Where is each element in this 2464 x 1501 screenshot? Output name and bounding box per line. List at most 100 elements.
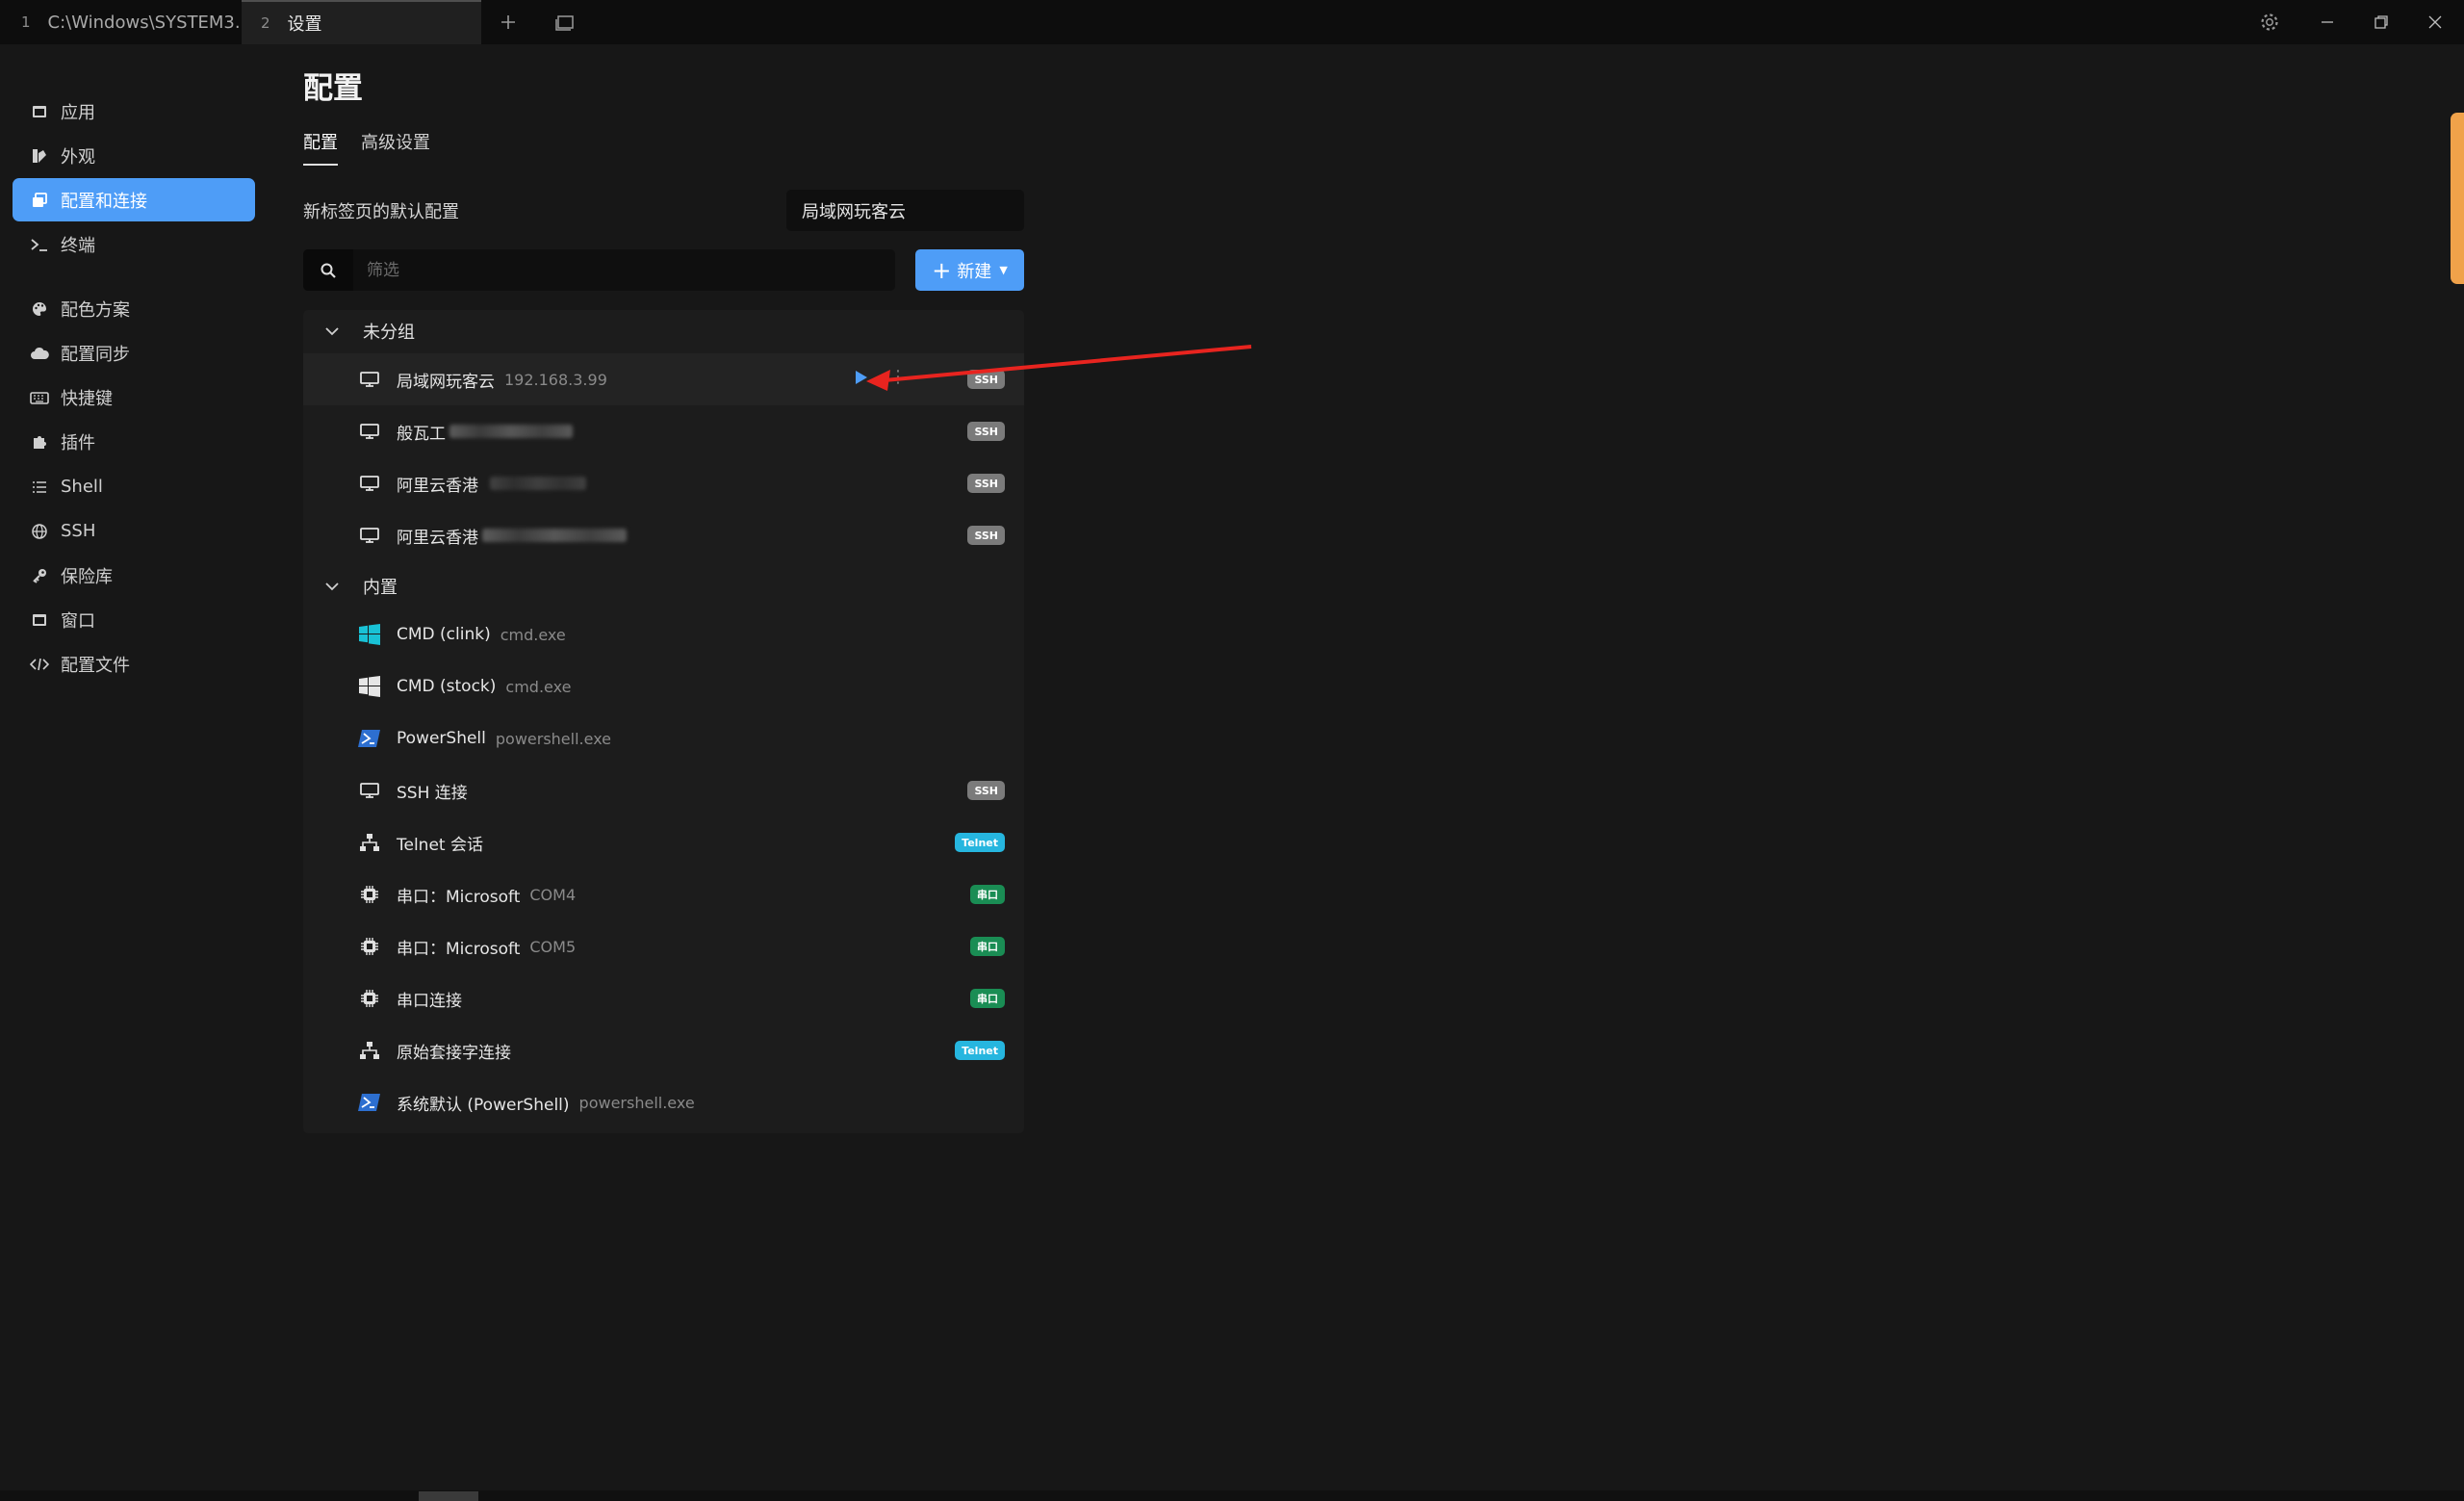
restore-button[interactable] <box>2362 0 2400 44</box>
filter-box <box>303 248 895 292</box>
tab-number: 1 <box>21 13 31 31</box>
group-header-builtin[interactable]: 内置 <box>303 565 1024 608</box>
profile-row[interactable]: Telnet 会话 Telnet <box>303 816 1024 868</box>
horizontal-scroll-thumb[interactable] <box>419 1491 478 1501</box>
sidebar-item-hotkeys[interactable]: 快捷键 <box>13 375 255 419</box>
sidebar-item-vault[interactable]: 保险库 <box>13 554 255 597</box>
network-icon <box>358 831 381 854</box>
group-name: 内置 <box>363 578 398 598</box>
profile-row[interactable]: 阿里云香港 SSH <box>303 457 1024 509</box>
sidebar-item-appearance[interactable]: 外观 <box>13 134 255 177</box>
group-header-ungrouped[interactable]: 未分组 <box>303 310 1024 352</box>
profile-row[interactable]: SSH 连接 SSH <box>303 764 1024 816</box>
chevron-down-icon <box>324 326 344 336</box>
profile-row[interactable]: 阿里云香港 SSH <box>303 509 1024 561</box>
sidebar-item-label: 终端 <box>61 235 95 256</box>
app-icon <box>30 102 49 121</box>
tab-advanced[interactable]: 高级设置 <box>361 129 430 164</box>
network-icon <box>358 1039 381 1062</box>
profile-row[interactable]: CMD (clink) cmd.exe <box>303 608 1024 660</box>
new-tab-button[interactable] <box>489 0 527 44</box>
default-profile-select[interactable]: 局域网玩客云 <box>786 190 1024 231</box>
profile-type-badge: SSH <box>967 526 1005 545</box>
profile-name: 阿里云香港 <box>397 528 478 548</box>
plus-icon <box>501 15 515 29</box>
row-tools: ⋮ <box>855 369 907 386</box>
tab-cmd[interactable]: 1 C:\Windows\SYSTEM3... <box>0 0 251 44</box>
sidebar-item-terminal[interactable]: 终端 <box>13 222 255 266</box>
profile-name: PowerShell <box>397 729 486 748</box>
cloud-icon <box>30 344 49 363</box>
new-profile-button[interactable]: + 新建 ▼ <box>915 249 1024 291</box>
redacted-text <box>482 529 627 542</box>
profile-name: CMD (clink) <box>397 625 491 644</box>
page-title: 配置 <box>303 71 363 106</box>
profile-row[interactable]: 系统默认 (PowerShell) powershell.exe <box>303 1076 1024 1128</box>
profile-type-badge: SSH <box>967 370 1005 389</box>
sidebar-item-label: 保险库 <box>61 566 113 587</box>
globe-icon <box>30 522 49 541</box>
sidebar-item-label: Shell <box>61 477 103 497</box>
tab-label: C:\Windows\SYSTEM3... <box>47 12 252 33</box>
sidebar-item-label: 插件 <box>61 432 95 453</box>
profile-row[interactable]: 串口连接 串口 <box>303 972 1024 1024</box>
profile-name: 串口连接 <box>397 991 462 1011</box>
filter-input[interactable] <box>353 248 895 292</box>
tab-label: 设置 <box>287 14 322 35</box>
profiles-menu-button[interactable] <box>546 0 584 44</box>
profile-type-badge: SSH <box>967 474 1005 493</box>
profile-row[interactable]: 原始套接字连接 Telnet <box>303 1024 1024 1076</box>
tab-settings[interactable]: 2 设置 <box>242 0 481 44</box>
chip-icon <box>358 987 381 1010</box>
sidebar-item-label: 窗口 <box>61 610 95 632</box>
sidebar-item-config-file[interactable]: 配置文件 <box>13 642 255 686</box>
sidebar-item-ssh[interactable]: SSH <box>13 509 255 553</box>
profile-subtitle: 192.168.3.99 <box>504 370 607 389</box>
monitor-icon <box>358 368 381 391</box>
title-bar: 1 C:\Windows\SYSTEM3... 2 设置 <box>0 0 2464 44</box>
sidebar-item-color-scheme[interactable]: 配色方案 <box>13 287 255 330</box>
play-icon[interactable] <box>855 370 868 385</box>
profile-name: 阿里云香港 <box>397 476 478 496</box>
tab-profiles[interactable]: 配置 <box>303 129 338 166</box>
sidebar-item-window[interactable]: 窗口 <box>13 598 255 641</box>
restore-icon <box>2374 15 2388 29</box>
profile-name: 原始套接字连接 <box>397 1043 511 1063</box>
profile-type-badge: 串口 <box>970 989 1005 1008</box>
appearance-icon <box>30 146 49 166</box>
list-icon <box>30 478 49 497</box>
sidebar-item-sync[interactable]: 配置同步 <box>13 331 255 375</box>
minimize-icon <box>2322 21 2333 23</box>
window-icon <box>30 610 49 630</box>
redacted-text <box>490 477 586 490</box>
profile-row[interactable]: 般瓦工 SSH <box>303 405 1024 457</box>
sidebar-item-plugins[interactable]: 插件 <box>13 420 255 463</box>
profile-row[interactable]: CMD (stock) cmd.exe <box>303 660 1024 712</box>
more-options-icon[interactable]: ⋮ <box>889 369 907 386</box>
profile-type-badge: 串口 <box>970 937 1005 956</box>
profile-subtitle: powershell.exe <box>495 729 612 748</box>
scrollbar-accent[interactable] <box>2451 113 2464 284</box>
profile-row[interactable]: 局域网玩客云 192.168.3.99 ⋮ SSH <box>303 353 1024 405</box>
tab-number: 2 <box>261 14 270 32</box>
powershell-icon <box>358 1091 381 1114</box>
monitor-icon <box>358 420 381 443</box>
close-button[interactable] <box>2416 0 2454 44</box>
monitor-icon <box>358 472 381 495</box>
windows-color-icon <box>358 623 381 646</box>
minimize-button[interactable] <box>2308 0 2347 44</box>
close-icon <box>2428 15 2442 29</box>
sidebar-item-profiles[interactable]: 配置和连接 <box>13 178 255 221</box>
profile-row[interactable]: 串口：Microsoft COM4 串口 <box>303 868 1024 920</box>
sidebar-item-application[interactable]: 应用 <box>13 90 255 133</box>
profile-row[interactable]: PowerShell powershell.exe <box>303 712 1024 764</box>
profile-subtitle: powershell.exe <box>578 1093 695 1112</box>
sidebar-item-label: SSH <box>61 521 96 541</box>
settings-button[interactable] <box>2250 0 2289 44</box>
settings-sidebar: 应用 外观 配置和连接 终端 配色方案 配置同步 快捷键 插件 Shell SS… <box>0 44 270 1488</box>
profile-row[interactable]: 串口：Microsoft COM5 串口 <box>303 920 1024 972</box>
profile-name: 般瓦工 <box>397 424 446 444</box>
sidebar-item-shell[interactable]: Shell <box>13 465 255 508</box>
group-name: 未分组 <box>363 323 415 343</box>
profile-name: 局域网玩客云 <box>397 372 495 392</box>
